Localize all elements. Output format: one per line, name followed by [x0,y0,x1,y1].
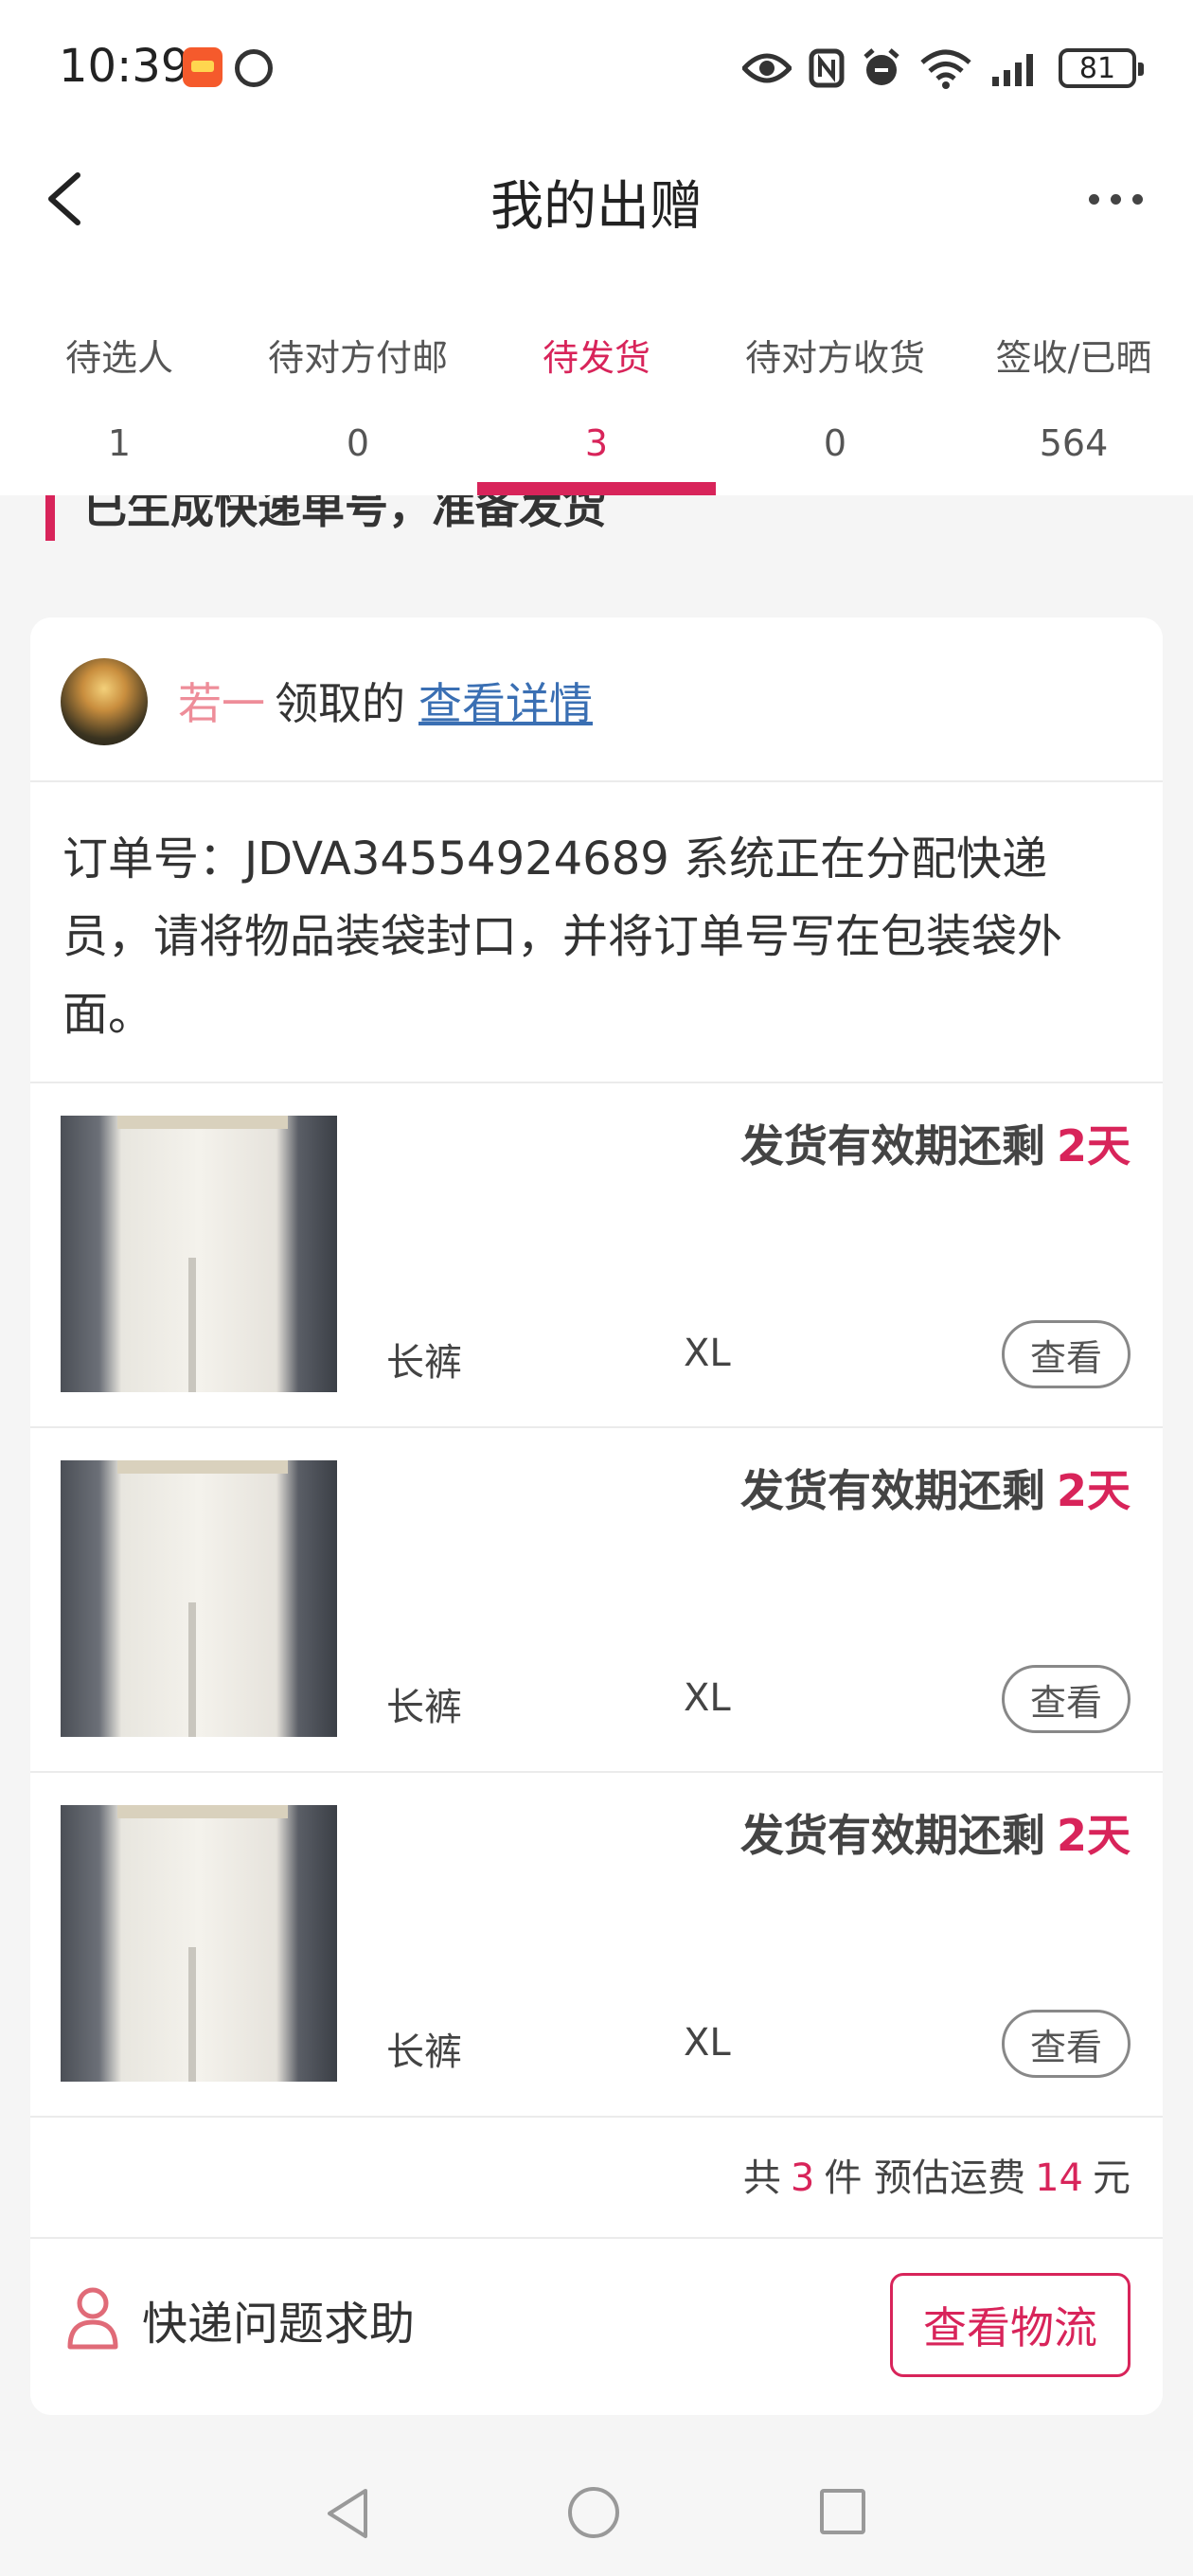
tab-count: 0 [823,422,847,464]
view-item-button[interactable]: 查看 [1002,2010,1131,2078]
tab-pending-receipt[interactable]: 待对方收货 0 [716,260,954,495]
summary-count-unit: 件 预估运费 [824,2156,1026,2200]
deadline-days: 2天 [1056,1465,1131,1516]
alarm-icon [864,48,899,85]
list-item: 发货有效期还剩 2天 长裤 XL 查看 [30,1428,1163,1773]
deadline-days: 2天 [1056,1810,1131,1861]
system-nav-bar [0,2451,1193,2576]
view-details-link[interactable]: 查看详情 [418,678,593,729]
tab-label: 待选人 [64,337,173,379]
nfc-icon [809,48,845,88]
tab-count: 564 [1039,422,1109,464]
tab-count: 3 [584,422,609,464]
page-title: 我的出赠 [490,176,703,238]
item-photo[interactable] [61,1805,337,2082]
order-summary: 共3件 预估运费 14 元 [30,2118,1163,2239]
person-icon[interactable] [64,2284,121,2351]
order-instructions: 订单号：JDVA34554924689 系统正在分配快递员，请将物品装袋封口，并… [30,782,1163,1083]
shipping-fee: 14 [1035,2156,1083,2200]
more-dots-icon[interactable] [1089,185,1155,213]
tab-label: 待对方收货 [744,337,925,379]
tab-received[interactable]: 签收/已晒 564 [954,260,1193,495]
card-footer: 快递问题求助 查看物流 [30,2239,1163,2415]
nav-back-icon[interactable] [322,2485,373,2542]
order-card: 若一 领取的 查看详情 订单号：JDVA34554924689 系统正在分配快递员，… [30,617,1163,2415]
status-tabs: 待选人 1 待对方付邮 0 待发货 3 待对方收货 0 签收/已晒 564 [0,260,1193,495]
avatar[interactable] [61,658,148,745]
receiver-name[interactable]: 若一 [178,678,265,729]
app-notification-icon [183,47,223,87]
deadline-label: 发货有效期还剩 [739,1120,1045,1172]
status-time: 10:39 [59,40,190,93]
item-size: XL [684,2021,731,2065]
item-name: 长裤 [386,1341,462,1385]
shipping-deadline: 发货有效期还剩 2天 [740,1801,1131,1864]
deadline-days: 2天 [1056,1120,1131,1172]
status-icons: 81 [742,44,1144,93]
tab-count: 1 [107,422,132,464]
fee-unit: 元 [1093,2156,1131,2200]
tab-pending-shipment[interactable]: 待发货 3 [477,260,716,495]
app-icon [235,49,273,87]
item-name: 长裤 [386,1686,462,1729]
battery-level: 81 [1078,51,1116,85]
card-header: 若一 领取的 查看详情 [30,617,1163,782]
tab-pending-selection[interactable]: 待选人 1 [0,260,239,495]
tab-label: 待对方付邮 [267,337,448,379]
item-photo[interactable] [61,1460,337,1737]
receiver-line: 若一 领取的 查看详情 [178,670,593,732]
item-size: XL [684,1332,731,1375]
app-header: 我的出赠 [0,137,1193,260]
view-item-button[interactable]: 查看 [1002,1665,1131,1733]
battery-icon: 81 [1059,48,1144,88]
nav-recent-icon[interactable] [820,2489,865,2534]
tab-label: 签收/已晒 [995,337,1152,379]
eye-icon [742,53,792,83]
item-name: 长裤 [386,2030,462,2074]
tab-count: 0 [346,422,370,464]
wifi-icon [920,49,971,89]
receiver-action: 领取的 [275,678,405,729]
item-size: XL [684,1676,731,1720]
tab-pending-postage[interactable]: 待对方付邮 0 [239,260,477,495]
item-photo[interactable] [61,1116,337,1392]
status-bar: 10:39 81 [0,0,1193,137]
list-item: 发货有效期还剩 2天 长裤 XL 查看 [30,1083,1163,1428]
shipping-deadline: 发货有效期还剩 2天 [740,1112,1131,1174]
nav-home-icon[interactable] [568,2487,619,2538]
deadline-label: 发货有效期还剩 [739,1465,1045,1516]
item-count: 3 [790,2156,815,2200]
view-item-button[interactable]: 查看 [1002,1320,1131,1388]
active-tab-indicator [477,482,716,495]
delivery-help-link[interactable]: 快递问题求助 [142,2286,415,2352]
deadline-label: 发货有效期还剩 [739,1810,1045,1861]
view-logistics-button[interactable]: 查看物流 [890,2273,1131,2377]
tab-label: 待发货 [542,337,650,379]
shipping-deadline: 发货有效期还剩 2天 [740,1457,1131,1519]
signal-icon [992,54,1033,86]
list-item: 发货有效期还剩 2天 长裤 XL 查看 [30,1773,1163,2118]
summary-prefix: 共 [742,2156,781,2200]
